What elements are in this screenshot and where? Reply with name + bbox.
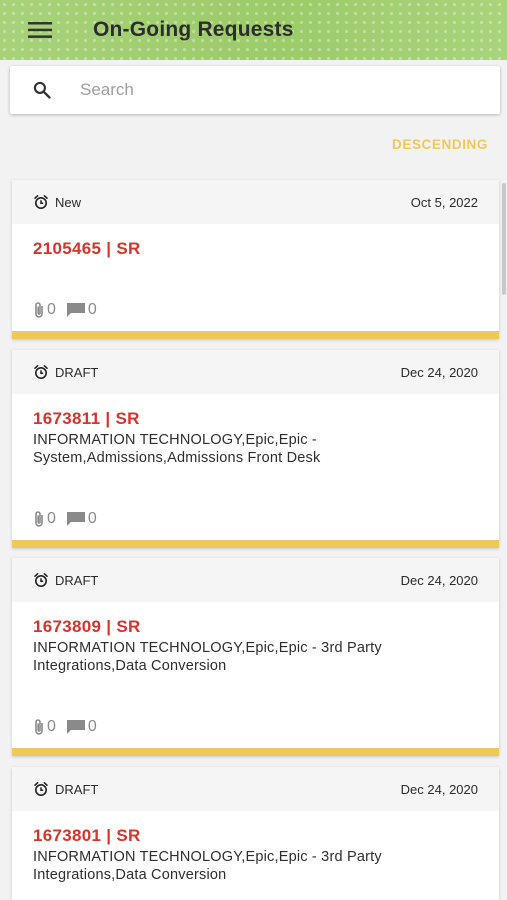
card-header: New Oct 5, 2022 <box>12 180 499 224</box>
request-card[interactable]: DRAFT Dec 24, 2020 1673809 | SR INFORMAT… <box>12 558 499 756</box>
request-date: Dec 24, 2020 <box>400 572 478 588</box>
request-card[interactable]: DRAFT Dec 24, 2020 1673811 | SR INFORMAT… <box>12 350 499 548</box>
request-date: Dec 24, 2020 <box>400 364 478 380</box>
status-label: DRAFT <box>55 572 99 588</box>
paperclip-icon <box>35 511 43 527</box>
status-badge: DRAFT <box>33 781 98 797</box>
paperclip-icon <box>35 302 43 318</box>
card-accent-bar <box>12 540 499 548</box>
card-header: DRAFT Dec 24, 2020 <box>12 767 499 811</box>
status-label: DRAFT <box>55 781 99 797</box>
comment-icon <box>66 303 85 317</box>
comment-count: 0 <box>66 510 97 528</box>
attachment-count: 0 <box>33 510 56 528</box>
card-header: DRAFT Dec 24, 2020 <box>12 558 499 602</box>
status-badge: DRAFT <box>33 572 98 588</box>
card-body: 1673809 | SR INFORMATION TECHNOLOGY,Epic… <box>12 602 499 675</box>
request-id: 1673801 | SR <box>33 826 141 845</box>
request-description: INFORMATION TECHNOLOGY,Epic,Epic - 3rd P… <box>33 640 382 674</box>
sort-order-toggle[interactable]: DESCENDING <box>392 137 488 152</box>
card-accent-bar <box>12 748 499 756</box>
card-header: DRAFT Dec 24, 2020 <box>12 350 499 394</box>
request-description: INFORMATION TECHNOLOGY,Epic,Epic - Syste… <box>33 432 321 466</box>
status-label: New <box>55 194 82 210</box>
paperclip-icon <box>35 719 43 735</box>
comment-count: 0 <box>66 718 97 736</box>
menu-icon <box>28 22 52 38</box>
status-label: DRAFT <box>55 364 99 380</box>
alarm-clock-icon <box>34 573 48 587</box>
request-card[interactable]: New Oct 5, 2022 2105465 | SR 0 0 <box>12 180 499 339</box>
request-id: 1673811 | SR <box>33 409 140 428</box>
request-description: INFORMATION TECHNOLOGY,Epic,Epic - 3rd P… <box>33 849 382 883</box>
app-bar: On-Going Requests <box>0 0 507 60</box>
request-date: Dec 24, 2020 <box>400 781 478 797</box>
card-accent-bar <box>12 331 499 339</box>
request-card[interactable]: DRAFT Dec 24, 2020 1673801 | SR INFORMAT… <box>12 767 499 900</box>
request-date: Oct 5, 2022 <box>410 194 478 210</box>
search-input[interactable] <box>80 80 460 100</box>
attachment-count: 0 <box>33 718 56 736</box>
comment-icon <box>66 720 85 734</box>
alarm-clock-icon <box>34 782 48 796</box>
search-icon <box>33 81 51 99</box>
attachment-count: 0 <box>33 301 56 319</box>
alarm-clock-icon <box>34 365 48 379</box>
comment-count: 0 <box>66 301 97 319</box>
scrollbar[interactable] <box>502 183 506 295</box>
status-badge: DRAFT <box>33 364 98 380</box>
card-footer: 0 0 <box>33 301 107 319</box>
card-body: 2105465 | SR <box>12 224 499 259</box>
request-id: 2105465 | SR <box>33 239 141 258</box>
page-title: On-Going Requests <box>93 18 294 41</box>
menu-button[interactable] <box>0 0 80 60</box>
status-badge: New <box>33 194 81 210</box>
alarm-clock-icon <box>34 195 48 209</box>
search-bar[interactable] <box>10 66 500 114</box>
request-id: 1673809 | SR <box>33 617 141 636</box>
card-body: 1673811 | SR INFORMATION TECHNOLOGY,Epic… <box>12 394 499 467</box>
card-footer: 0 0 <box>33 510 107 528</box>
card-body: 1673801 | SR INFORMATION TECHNOLOGY,Epic… <box>12 811 499 884</box>
card-footer: 0 0 <box>33 718 107 736</box>
comment-icon <box>66 512 85 526</box>
